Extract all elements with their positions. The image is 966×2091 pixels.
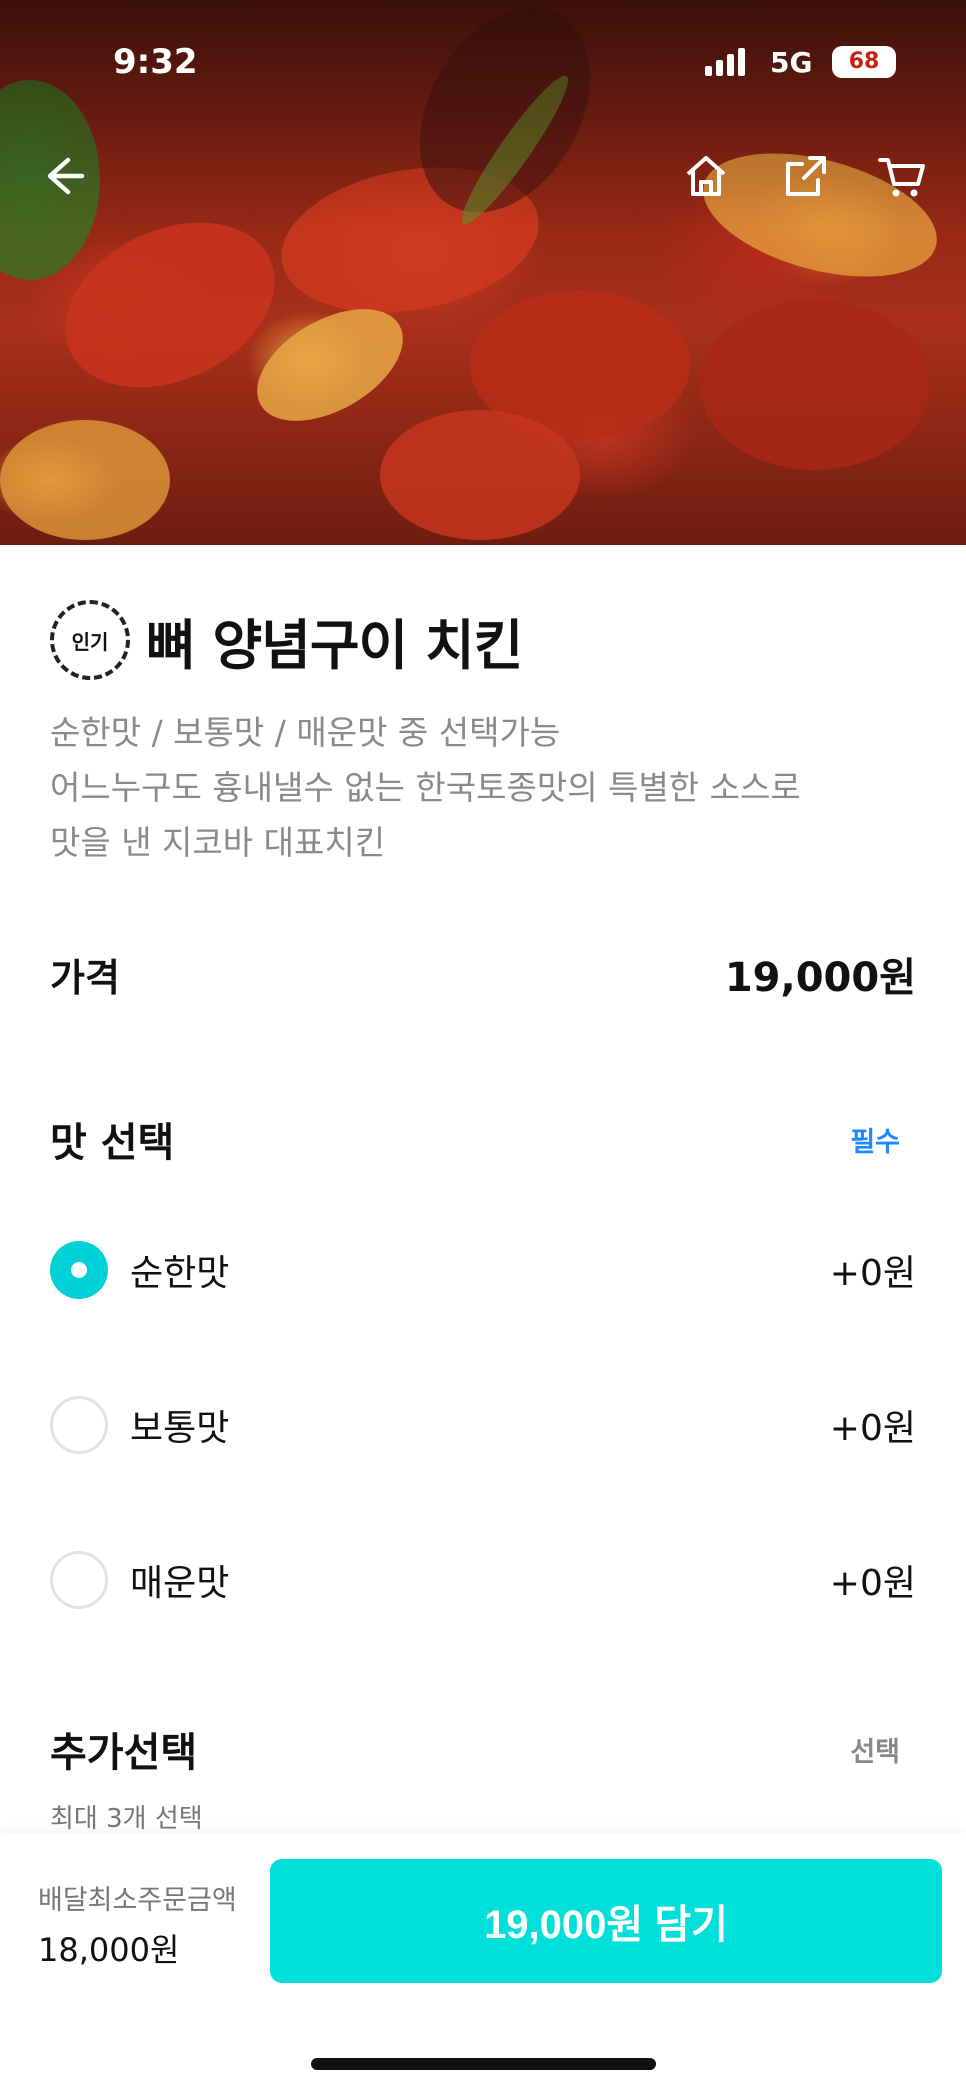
arrow-left-icon — [47, 157, 85, 195]
option-price: +0원 — [829, 1563, 916, 1604]
description-line: 어느누구도 흉내낼수 없는 한국토종맛의 특별한 소스로 — [50, 768, 801, 807]
signal-icon — [705, 48, 745, 76]
description-line: 순한맛 / 보통맛 / 매운맛 중 선택가능 — [50, 713, 561, 752]
bottom-order-bar: 배달최소주문금액 18,000원 19,000원 담기 — [0, 1833, 966, 2091]
flavor-option-spicy[interactable]: 매운맛 +0원 — [50, 1550, 916, 1610]
flavor-section-title: 맛 선택 — [50, 1120, 175, 1166]
radio-button[interactable] — [50, 1551, 108, 1609]
network-type: 5G — [770, 46, 813, 79]
extra-section-title: 추가선택 — [50, 1730, 198, 1776]
option-price: +0원 — [829, 1408, 916, 1449]
product-title-row: 인기 뼈 양념구이 치킨 — [50, 600, 523, 680]
back-button[interactable] — [38, 150, 90, 202]
radio-button-checked[interactable] — [50, 1241, 108, 1299]
description-line: 맛을 낸 지코바 대표치킨 — [50, 823, 386, 862]
radio-button[interactable] — [50, 1396, 108, 1454]
home-icon — [686, 156, 726, 196]
flavor-option-mild[interactable]: 순한맛 +0원 — [50, 1240, 916, 1300]
price-label: 가격 — [50, 955, 120, 1000]
popular-badge-label: 인기 — [71, 629, 109, 654]
flavor-section-header: 맛 선택 필수 — [50, 1110, 900, 1168]
price-row: 가격 19,000원 — [50, 945, 916, 1003]
option-price: +0원 — [829, 1253, 916, 1294]
extra-section-header: 추가선택 선택 — [50, 1720, 900, 1778]
required-badge: 필수 — [850, 1126, 900, 1158]
option-label: 매운맛 — [130, 1563, 230, 1604]
product-description: 순한맛 / 보통맛 / 매운맛 중 선택가능 어느누구도 흉내낼수 없는 한국토… — [50, 705, 920, 870]
home-indicator[interactable] — [311, 2058, 656, 2070]
option-label: 순한맛 — [130, 1253, 230, 1294]
optional-badge: 선택 — [850, 1736, 900, 1768]
cart-button[interactable] — [876, 150, 928, 202]
price-value: 19,000원 — [724, 955, 916, 1001]
share-button[interactable] — [780, 150, 832, 202]
extra-section-subtitle: 최대 3개 선택 — [50, 1804, 203, 1834]
battery-icon: 68 — [832, 46, 896, 78]
add-to-cart-button[interactable]: 19,000원 담기 — [270, 1859, 942, 1983]
option-label: 보통맛 — [130, 1408, 230, 1449]
product-name: 뼈 양념구이 치킨 — [146, 613, 523, 677]
cart-icon — [878, 158, 925, 197]
share-icon — [786, 156, 826, 196]
flavor-option-regular[interactable]: 보통맛 +0원 — [50, 1395, 916, 1455]
home-button[interactable] — [680, 150, 732, 202]
status-bar: 9:32 5G 68 — [0, 40, 966, 90]
min-order-label: 배달최소주문금액 — [38, 1885, 237, 1916]
popular-badge: 인기 — [50, 600, 130, 680]
status-time: 9:32 — [113, 42, 198, 82]
product-image: 9:32 5G 68 — [0, 0, 966, 545]
min-order-value: 18,000원 — [38, 1931, 180, 1969]
